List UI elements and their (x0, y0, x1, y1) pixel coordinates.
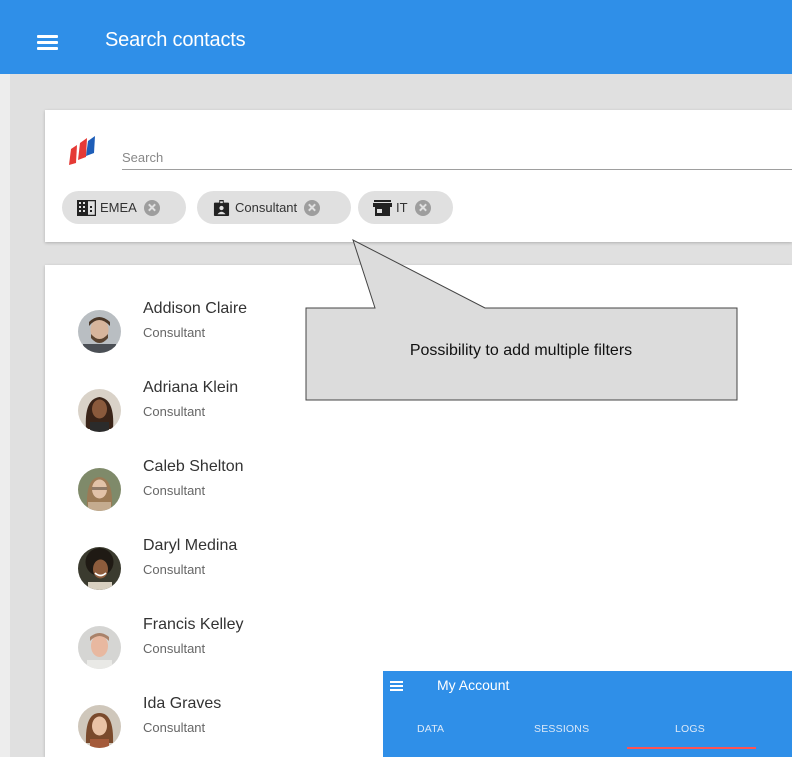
tab-logs[interactable]: LOGS (675, 723, 705, 735)
callout-text: Possibility to add multiple filters (409, 342, 633, 359)
my-account-title: My Account (437, 677, 510, 693)
active-tab-indicator (627, 747, 756, 749)
tab-sessions[interactable]: SESSIONS (534, 723, 589, 735)
tab-data[interactable]: DATA (417, 723, 444, 735)
my-account-preview: My Account DATA SESSIONS LOGS (383, 671, 792, 757)
callout-bubble (305, 239, 738, 401)
hamburger-menu-icon[interactable] (390, 681, 403, 691)
